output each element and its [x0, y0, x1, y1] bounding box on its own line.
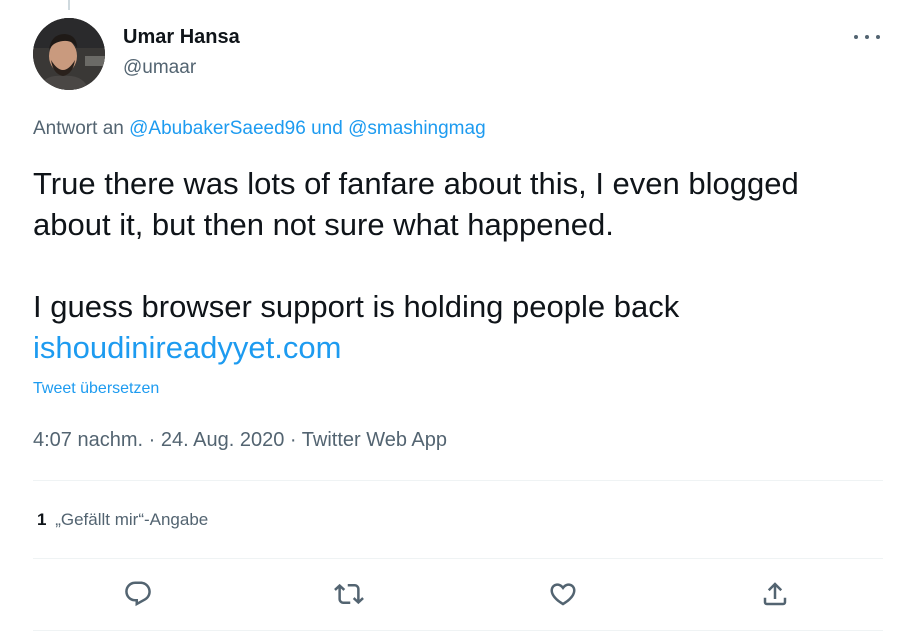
tweet-text-paragraph: True there was lots of fanfare about thi…: [33, 166, 799, 242]
tweet-text-paragraph: I guess browser support is holding peopl…: [33, 289, 680, 324]
retweet-button[interactable]: [329, 574, 369, 614]
tweet-link[interactable]: ishoudinireadyyet.com: [33, 330, 341, 365]
more-options-icon[interactable]: [854, 27, 880, 47]
tweet-date[interactable]: 24. Aug. 2020: [161, 429, 284, 451]
likes-count[interactable]: 1 „Gefällt mir“-Angabe: [37, 510, 208, 530]
tweet-metadata: 4:07 nachm. · 24. Aug. 2020 · Twitter We…: [33, 429, 447, 452]
translate-tweet-link[interactable]: Tweet übersetzen: [33, 380, 159, 398]
like-button[interactable]: [543, 574, 583, 614]
replying-to: Antwort an @AbubakerSaeed96 und @smashin…: [33, 118, 486, 140]
divider: [33, 630, 883, 631]
likes-number: 1: [37, 510, 47, 529]
retweet-icon: [334, 583, 364, 605]
tweet-text: True there was lots of fanfare about thi…: [33, 163, 873, 368]
more-dot: [876, 35, 880, 39]
heart-icon: [550, 583, 576, 606]
meta-separator: ·: [148, 429, 156, 451]
reply-mention-link[interactable]: @AbubakerSaeed96: [129, 118, 306, 139]
share-icon: [763, 582, 787, 606]
divider: [33, 480, 883, 481]
avatar[interactable]: [33, 18, 105, 90]
divider: [33, 558, 883, 559]
likes-label: „Gefällt mir“-Angabe: [55, 510, 209, 529]
replying-to-prefix: Antwort an: [33, 118, 124, 139]
tweet-source[interactable]: Twitter Web App: [302, 429, 447, 451]
reply-mention-connector[interactable]: und: [311, 118, 343, 139]
avatar-image: [33, 18, 105, 90]
reply-mention-link[interactable]: @smashingmag: [348, 118, 486, 139]
author-display-name[interactable]: Umar Hansa: [123, 26, 240, 49]
tweet-time[interactable]: 4:07 nachm.: [33, 429, 143, 451]
meta-separator: ·: [289, 429, 297, 451]
thread-connector-line: [68, 0, 70, 10]
more-dot: [854, 35, 858, 39]
author-handle[interactable]: @umaar: [123, 57, 196, 79]
more-dot: [865, 35, 869, 39]
share-button[interactable]: [755, 574, 795, 614]
reply-icon: [125, 581, 151, 607]
reply-button[interactable]: [118, 574, 158, 614]
